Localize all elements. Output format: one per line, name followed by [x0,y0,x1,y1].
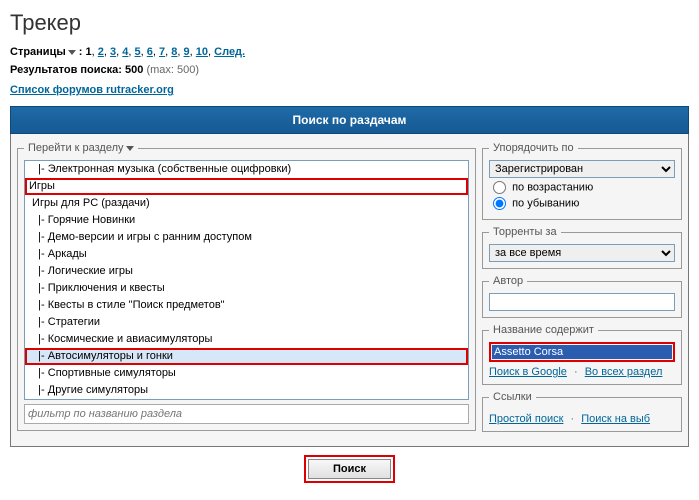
goto-section-legend: Перейти к разделу [24,142,138,154]
section-option[interactable]: |- Демо-версии и игры с ранним доступом [25,229,468,246]
submit-row: Поиск [10,447,689,483]
page-link[interactable]: 10 [196,46,208,58]
section-option[interactable]: |- Космические и авиасимуляторы [25,331,468,348]
search-panel-header: Поиск по раздачам [10,106,689,134]
section-option[interactable]: |- Горячие Новинки [25,212,468,229]
forum-list-link[interactable]: Список форумов rutracker.org [10,84,174,96]
section-option[interactable]: |- Автосимуляторы и гонки [25,348,468,365]
page-link[interactable]: 4 [122,46,128,58]
sort-asc-label: по возрастанию [512,181,593,193]
results-label: Результатов поиска: [10,64,122,76]
search-form: Перейти к разделу |- Электронная музыка … [10,134,689,447]
page-link[interactable]: 7 [159,46,165,58]
results-count: 500 [125,64,143,76]
section-option[interactable]: |- Аркады [25,246,468,263]
section-option[interactable]: |- Приключения и квесты [25,280,468,297]
pages-dropdown-icon[interactable] [68,50,76,55]
submit-highlight: Поиск [304,455,395,483]
links-fieldset: Ссылки Простой поиск · Поиск на выб [482,391,682,432]
sort-desc-label: по убыванию [512,197,579,209]
section-listbox[interactable]: |- Электронная музыка (собственные оцифр… [24,160,469,400]
section-option[interactable]: |- Спортивные симуляторы [25,365,468,382]
page-link[interactable]: 6 [147,46,153,58]
sort-legend: Упорядочить по [489,142,578,154]
sort-fieldset: Упорядочить по Зарегистрирован по возрас… [482,142,682,220]
next-page-link[interactable]: След. [214,46,245,58]
chevron-down-icon[interactable] [126,146,134,151]
page-link[interactable]: 5 [135,46,141,58]
pages-label: Страницы [10,46,66,58]
author-legend: Автор [489,275,527,287]
torrents-for-fieldset: Торренты за за все время [482,226,682,269]
all-sections-link[interactable]: Во всех раздел [585,366,663,378]
section-option[interactable]: |- Другие симуляторы [25,382,468,399]
current-page: 1 [86,46,92,58]
page-link[interactable]: 2 [98,46,104,58]
title-input[interactable] [492,345,672,359]
author-input[interactable] [489,293,675,311]
sort-desc-radio[interactable] [493,197,506,210]
title-fieldset: Название содержит Поиск в Google · Во вс… [482,324,682,385]
goto-section-fieldset: Перейти к разделу |- Электронная музыка … [17,142,476,431]
torrents-for-legend: Торренты за [489,226,561,238]
new-tab-search-link[interactable]: Поиск на выб [581,413,650,425]
sort-asc-radio[interactable] [493,181,506,194]
page-link[interactable]: 8 [171,46,177,58]
author-fieldset: Автор [482,275,682,318]
results-summary: Результатов поиска: 500 (max: 500) [10,64,689,76]
section-option[interactable]: |- Логические игры [25,263,468,280]
torrents-for-select[interactable]: за все время [489,244,675,262]
page-title: Трекер [10,10,689,36]
section-option[interactable]: |- Стратегии [25,314,468,331]
title-highlight [489,342,675,362]
simple-search-link[interactable]: Простой поиск [489,413,563,425]
search-button[interactable]: Поиск [308,459,391,479]
section-option[interactable]: |- Электронная музыка (собственные оцифр… [25,161,468,178]
sort-select[interactable]: Зарегистрирован [489,160,675,178]
title-legend: Название содержит [489,324,598,336]
section-option[interactable]: |- Квесты в стиле "Поиск предметов" [25,297,468,314]
section-filter-input[interactable] [24,404,469,424]
section-option[interactable]: Игры для PC (раздачи) [25,195,468,212]
pagination: Страницы : 1, 2, 3, 4, 5, 6, 7, 8, 9, 10… [10,46,689,58]
section-option[interactable]: Игры [25,178,468,195]
google-search-link[interactable]: Поиск в Google [489,366,567,378]
results-max: (max: 500) [146,64,199,76]
page-link[interactable]: 9 [184,46,190,58]
links-legend: Ссылки [489,391,536,403]
page-link[interactable]: 3 [110,46,116,58]
